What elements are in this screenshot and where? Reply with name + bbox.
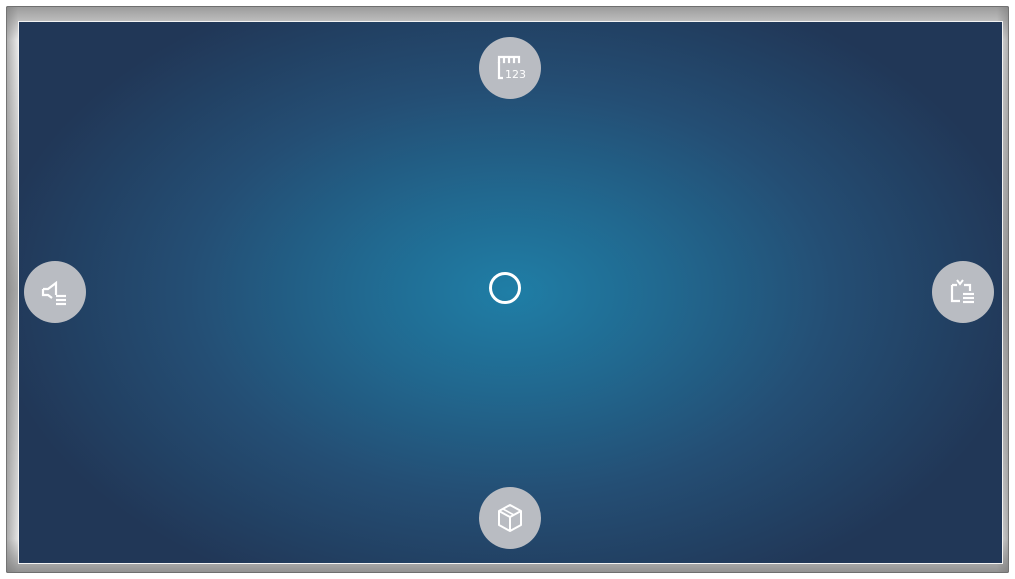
channel-list-button[interactable] [932,261,994,323]
number-pad-button[interactable]: 123 [479,37,541,99]
speaker-list-icon [41,280,66,306]
tv-list-icon [950,279,974,304]
number-pad-icon: 123 [497,55,526,81]
apps-button[interactable] [479,487,541,549]
number-pad-label: 123 [505,68,526,81]
sound-output-button[interactable] [24,261,86,323]
center-focus-ring [489,272,521,304]
cube-icon [498,504,522,532]
